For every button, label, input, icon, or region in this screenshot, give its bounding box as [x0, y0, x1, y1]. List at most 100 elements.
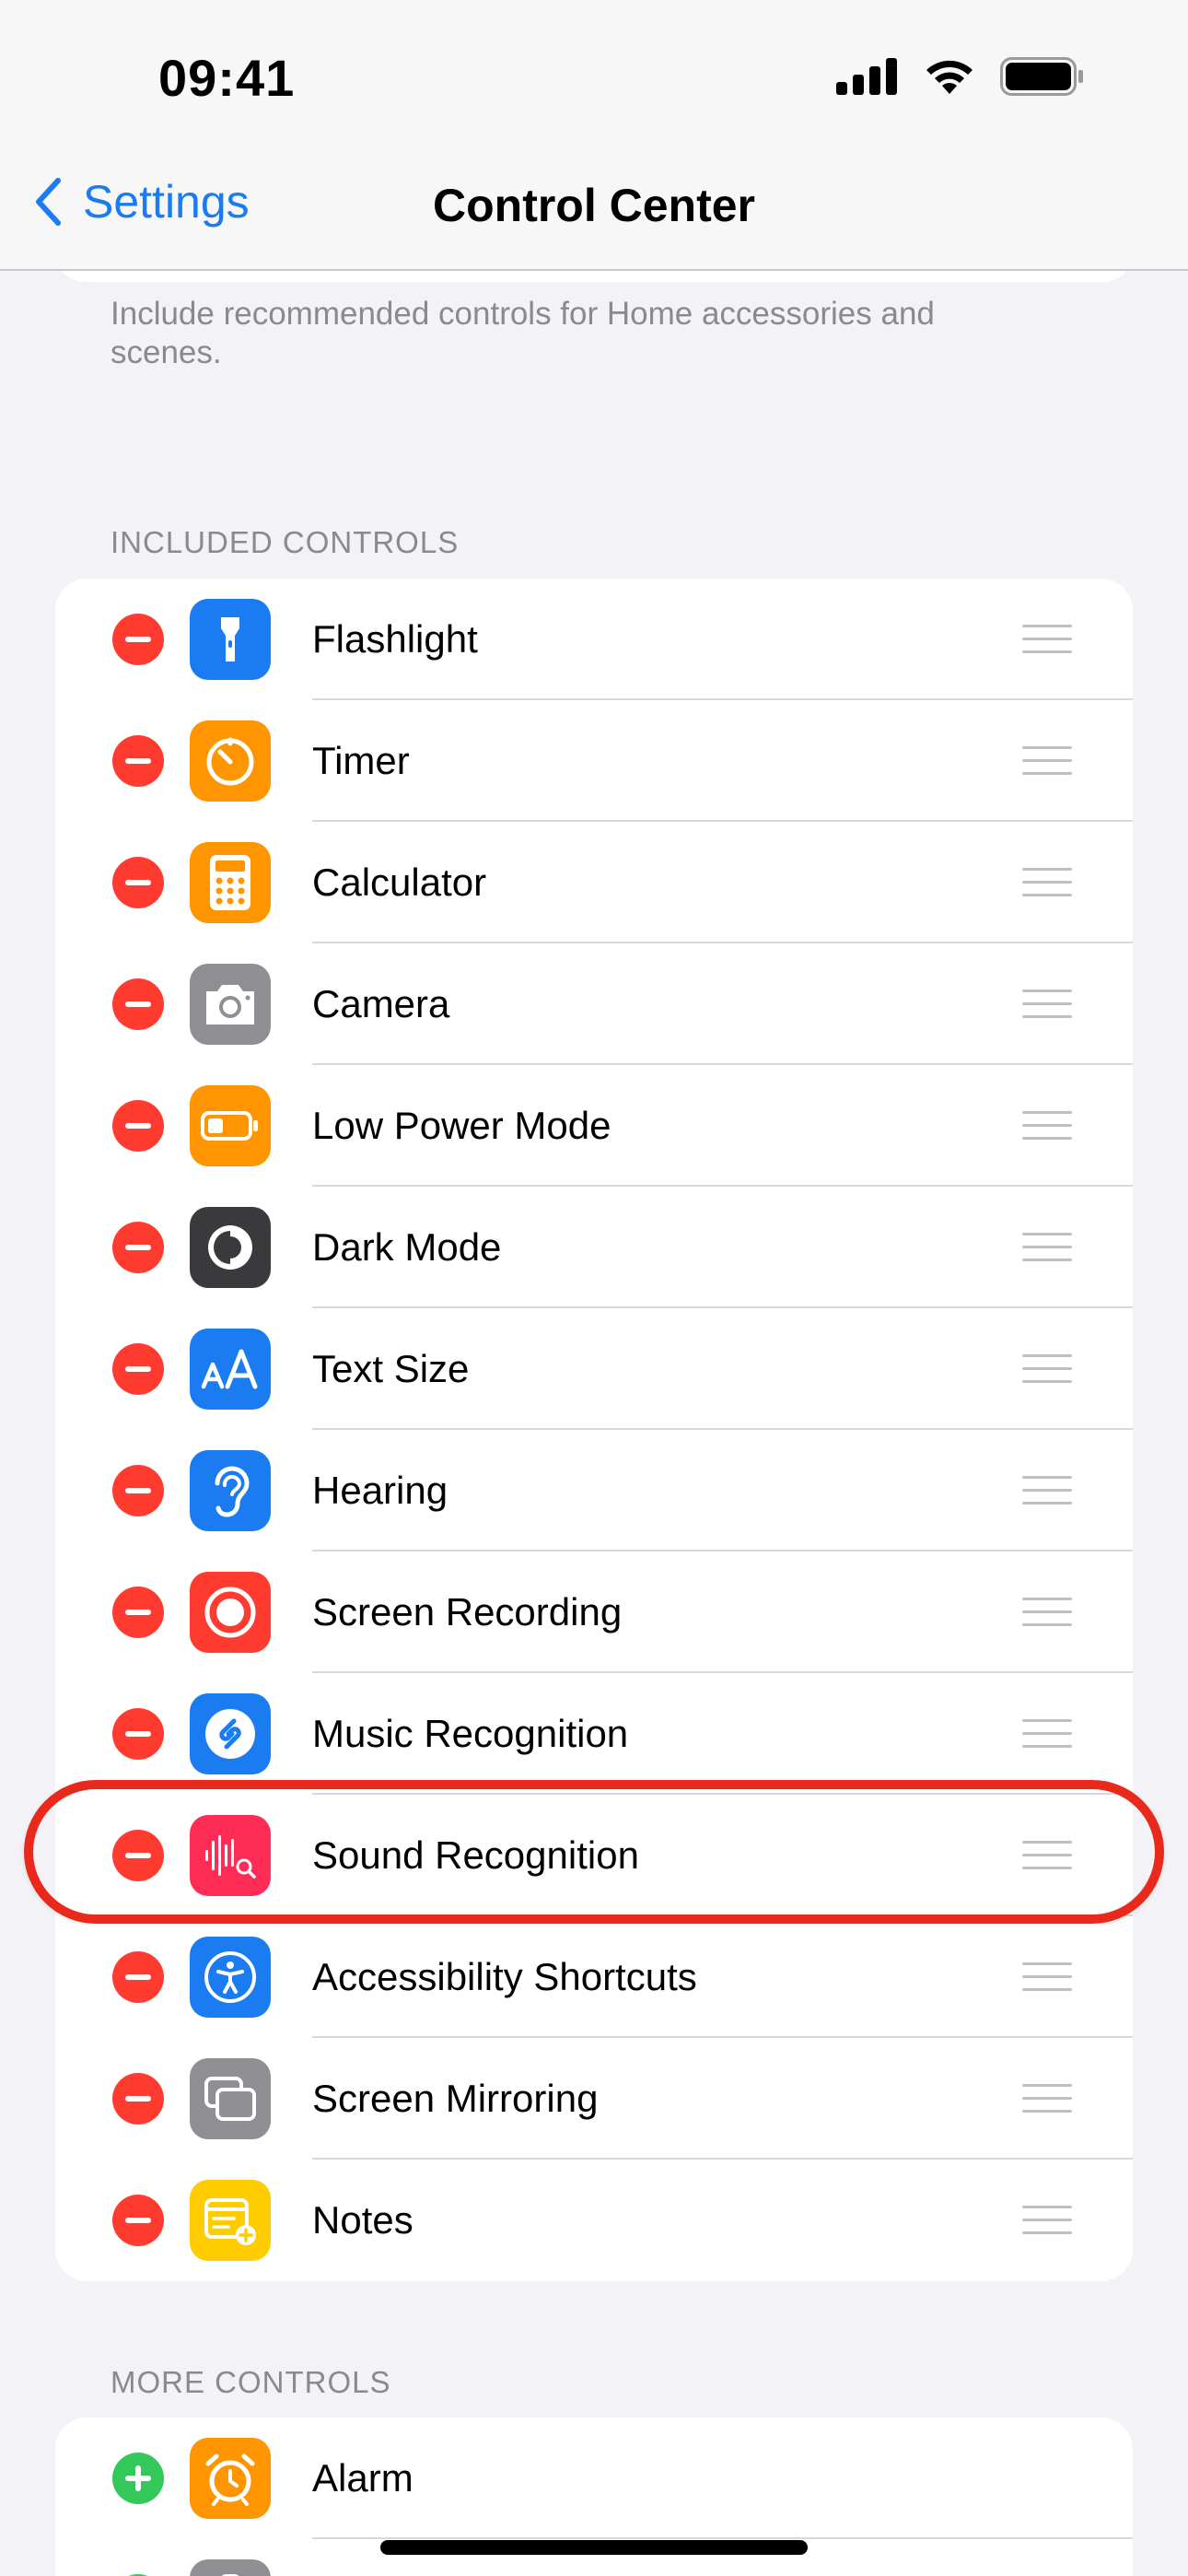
row-label: Music Recognition: [312, 1712, 629, 1755]
control-row-screen-recording: Screen Recording: [55, 1551, 1133, 1673]
reorder-handle[interactable]: [1022, 2206, 1072, 2235]
row-label: Dark Mode: [312, 1225, 502, 1269]
battery-icon: [190, 1085, 271, 1166]
row-label: Low Power Mode: [312, 1104, 611, 1147]
page-title: Control Center: [433, 180, 755, 231]
reorder-handle[interactable]: [1022, 1962, 1072, 1992]
calculator-icon: [190, 842, 271, 923]
row-label: Alarm: [312, 2456, 413, 2500]
reorder-handle[interactable]: [1022, 1476, 1072, 1505]
control-row-music-recognition: Music Recognition: [55, 1673, 1133, 1795]
reorder-handle[interactable]: [1022, 1841, 1072, 1870]
control-row-camera: Camera: [55, 943, 1133, 1065]
reorder-handle[interactable]: [1022, 1719, 1072, 1749]
minus-icon: [125, 2218, 151, 2223]
minus-icon: [125, 1974, 151, 1980]
remove-button[interactable]: [112, 1222, 164, 1273]
battery-status-icon: [1000, 57, 1083, 96]
remove-button[interactable]: [112, 735, 164, 787]
reorder-handle[interactable]: [1022, 625, 1072, 654]
remove-button[interactable]: [112, 1830, 164, 1881]
text-size-icon: [190, 1329, 271, 1410]
row-label: Screen Mirroring: [312, 2077, 599, 2120]
home-indicator: [380, 2540, 808, 2555]
sound-recognition-icon: [190, 1815, 271, 1896]
control-row-flashlight: Flashlight: [55, 579, 1133, 700]
add-button[interactable]: [112, 2453, 164, 2504]
dark-mode-icon: [190, 1207, 271, 1288]
reorder-handle[interactable]: [1022, 989, 1072, 1019]
remove-button[interactable]: [112, 978, 164, 1030]
remove-button[interactable]: [112, 1708, 164, 1760]
screen-mirroring-icon: [190, 2058, 271, 2139]
row-label: Calculator: [312, 861, 487, 904]
more-controls-header: MORE CONTROLS: [111, 2365, 391, 2399]
row-label: Notes: [312, 2198, 413, 2242]
control-row-sound-recognition: Sound Recognition: [55, 1795, 1133, 1916]
minus-icon: [125, 1488, 151, 1493]
wifi-icon: [926, 60, 973, 94]
camera-icon: [190, 964, 271, 1045]
row-label: Text Size: [312, 1347, 470, 1390]
control-center-screen: 09:41 Settings Control Center Include re…: [0, 0, 1188, 2576]
reorder-handle[interactable]: [1022, 746, 1072, 776]
reorder-handle[interactable]: [1022, 868, 1072, 897]
status-icons: [836, 57, 1085, 96]
minus-icon: [125, 758, 151, 764]
included-controls-header: INCLUDED CONTROLS: [111, 525, 460, 559]
reorder-handle[interactable]: [1022, 1233, 1072, 1262]
minus-icon: [125, 2096, 151, 2102]
row-label: Sound Recognition: [312, 1833, 639, 1877]
plus-icon-vertical: [135, 2465, 141, 2491]
remove-button[interactable]: [112, 857, 164, 908]
remove-button[interactable]: [112, 614, 164, 665]
row-label: Accessibility Shortcuts: [312, 1955, 697, 1998]
control-row-accessibility-shortcuts: Accessibility Shortcuts: [55, 1916, 1133, 2038]
control-row-notes: Notes: [55, 2160, 1133, 2281]
control-row-screen-mirroring: Screen Mirroring: [55, 2038, 1133, 2160]
row-label: Flashlight: [312, 617, 478, 661]
minus-icon: [125, 1245, 151, 1250]
minus-icon: [125, 1366, 151, 1372]
record-icon: [190, 1572, 271, 1653]
row-label: Screen Recording: [312, 1590, 623, 1633]
reorder-handle[interactable]: [1022, 1598, 1072, 1627]
section-footer-text: Include recommended controls for Home ac…: [111, 296, 935, 370]
remove-button[interactable]: [112, 1100, 164, 1152]
control-row-hearing: Hearing: [55, 1430, 1133, 1551]
minus-icon: [125, 1123, 151, 1129]
minus-icon: [125, 1610, 151, 1615]
remove-button[interactable]: [112, 2073, 164, 2125]
row-label: Timer: [312, 739, 410, 782]
row-label: Hearing: [312, 1469, 448, 1512]
reorder-handle[interactable]: [1022, 1354, 1072, 1384]
minus-icon: [125, 1001, 151, 1007]
minus-icon: [125, 1731, 151, 1737]
reorder-handle[interactable]: [1022, 2084, 1072, 2113]
included-controls-list: Flashlight Timer Calculator Camera Low P…: [55, 579, 1133, 2281]
reorder-handle[interactable]: [1022, 1111, 1072, 1141]
remote-icon: [190, 2559, 271, 2576]
alarm-icon: [190, 2438, 271, 2519]
control-row-low-power-mode: Low Power Mode: [55, 1065, 1133, 1187]
remove-button[interactable]: [112, 1951, 164, 2003]
ear-icon: [190, 1450, 271, 1531]
status-time: 09:41: [158, 49, 296, 107]
remove-button[interactable]: [112, 1343, 164, 1395]
notes-icon: [190, 2180, 271, 2261]
remove-button[interactable]: [112, 1465, 164, 1516]
minus-icon: [125, 1853, 151, 1858]
flashlight-icon: [190, 599, 271, 680]
control-row-dark-mode: Dark Mode: [55, 1187, 1133, 1308]
control-row-timer: Timer: [55, 700, 1133, 822]
minus-icon: [125, 637, 151, 642]
navigation-header: 09:41 Settings Control Center: [0, 0, 1188, 271]
control-row-alarm: Alarm: [55, 2418, 1133, 2539]
control-row-calculator: Calculator: [55, 822, 1133, 943]
timer-icon: [190, 720, 271, 802]
remove-button[interactable]: [112, 2195, 164, 2246]
shazam-icon: [190, 1693, 271, 1774]
accessibility-icon: [190, 1937, 271, 2018]
minus-icon: [125, 880, 151, 885]
remove-button[interactable]: [112, 1587, 164, 1638]
